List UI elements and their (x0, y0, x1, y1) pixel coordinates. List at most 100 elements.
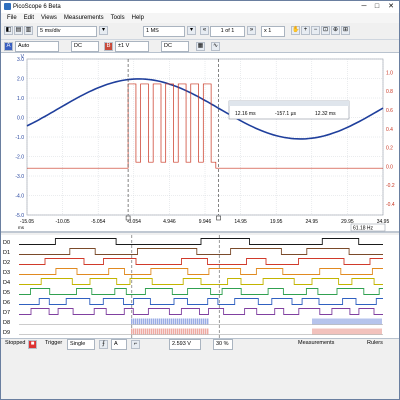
right-tick-label: 1.0 (386, 70, 393, 76)
time-tick-label: 24.95 (306, 219, 319, 225)
trigger-channel-select[interactable]: A (111, 339, 127, 350)
close-button[interactable]: ✕ (386, 2, 396, 12)
channel-b-coupling[interactable]: DC (161, 41, 189, 52)
ruler-readout-header (229, 101, 349, 106)
menu-bar: File Edit Views Measurements Tools Help (1, 13, 399, 23)
left-tick-label: -4.0 (15, 194, 24, 200)
signal-generator-icon[interactable]: ∿ (211, 42, 220, 51)
frequency-readout: 61.18 Hz (353, 226, 374, 232)
time-tick-label: 14.95 (234, 219, 247, 225)
left-axis-unit: V (21, 54, 25, 60)
right-tick-label: 0.4 (386, 127, 393, 133)
measurements-button[interactable]: Measurements (296, 339, 336, 350)
time-tick-label: 9.946 (199, 219, 212, 225)
picoscope-window: PicoScope 6 Beta ─ □ ✕ File Edit Views M… (0, 0, 400, 400)
minimize-button[interactable]: ─ (359, 2, 369, 12)
zoom-fit-icon[interactable]: ⊡ (321, 26, 330, 35)
first-page-icon[interactable]: « (200, 26, 209, 35)
menu-edit[interactable]: Edit (24, 15, 34, 21)
scope-mode-icon[interactable]: ◧ (4, 26, 13, 35)
capture-state: Stopped (5, 340, 26, 346)
digital-channel-label: D1 (3, 250, 10, 256)
scope-view[interactable]: 3.0 2.0 1.0 0.0 -1.0 -2.0 -3.0 -4.0 -5.0 V 1.0 0.8 0… (1, 53, 399, 233)
digital-trace (19, 308, 383, 315)
digital-trace (19, 288, 383, 295)
channel-b-range[interactable]: ±1 V (115, 41, 149, 52)
digital-channel-label: D7 (3, 310, 10, 316)
samples-arrow-icon[interactable]: ▾ (187, 26, 196, 35)
spectrum-mode-icon[interactable]: ▥ (24, 26, 33, 35)
menu-tools[interactable]: Tools (111, 15, 125, 21)
channel-a-icon[interactable]: A (4, 42, 13, 51)
zoom-select[interactable]: x 1 (261, 26, 285, 37)
digital-trace (19, 258, 383, 265)
zoom-reset-icon[interactable]: ⊞ (341, 26, 350, 35)
digital-channel-label: D5 (3, 290, 10, 296)
trigger-level-input[interactable]: 2.593 V (169, 339, 201, 350)
digital-trace (19, 298, 383, 305)
digital-view[interactable]: D0 D1 D2 D3 D4 D5 D6 D7 D8 D9 (1, 235, 399, 338)
right-tick-label: 0.8 (386, 89, 393, 95)
status-bar: Stopped ■ Trigger Single ⨍ A ⌐ 2.593 V 3… (1, 338, 399, 350)
digital-channel-label: D0 (3, 240, 10, 246)
time-unit: ms (18, 225, 25, 230)
time-tick-label: -10.05 (56, 219, 70, 225)
channel-a-range[interactable]: Auto (15, 41, 59, 52)
ruler-handle-1 (125, 215, 131, 221)
left-tick-label: -1.0 (15, 135, 24, 141)
channel-a-coupling[interactable]: DC (71, 41, 99, 52)
samples-select[interactable]: 1 MS (143, 26, 185, 37)
channel-b-icon[interactable]: B (104, 42, 113, 51)
time-tick-label: -5.054 (91, 219, 105, 225)
ruler-readout-t2: 12.32 ms (315, 111, 336, 117)
right-tick-label: -0.2 (386, 183, 395, 189)
window-title: PicoScope 6 Beta (13, 4, 61, 10)
left-tick-label: -3.0 (15, 174, 24, 180)
digital-channels-icon[interactable]: ▦ (196, 42, 205, 51)
hand-tool-icon[interactable]: ✋ (291, 26, 300, 35)
persistence-mode-icon[interactable]: ▤ (14, 26, 23, 35)
scope-plot[interactable]: 3.02.01.00.0-1.0-2.0-3.0-4.0-5.0V1.00.80… (1, 53, 399, 233)
next-page-icon[interactable]: » (247, 26, 256, 35)
time-tick-label: 4.946 (163, 219, 176, 225)
menu-file[interactable]: File (7, 15, 17, 21)
trigger-label: Trigger (45, 340, 63, 346)
digital-channel-label: D6 (3, 300, 10, 306)
right-tick-label: -0.4 (386, 202, 395, 208)
digital-plot[interactable]: D0 D1 D2 D3 D4 D5 D6 D7 D8 D9 (1, 235, 399, 338)
digital-trace (19, 278, 383, 285)
zoom-out-icon[interactable]: − (311, 26, 320, 35)
pre-trigger-input[interactable]: 30 % (213, 339, 233, 350)
digital-channel-label: D8 (3, 320, 10, 326)
app-icon (4, 3, 11, 10)
capture-toolbar: ◧ ▤ ▥ 5 ms/div ▾ 1 MS ▾ « 1 of 1 » x 1 ✋… (1, 23, 399, 61)
zoom-area-icon[interactable]: ⊕ (331, 26, 340, 35)
left-tick-label: 2.0 (17, 77, 24, 83)
page-indicator: 1 of 1 (210, 26, 245, 37)
menu-help[interactable]: Help (132, 15, 144, 21)
timebase-select[interactable]: 5 ms/div (37, 26, 97, 37)
ruler-readout-dt: -157.1 μs (275, 111, 296, 117)
left-tick-label: 1.0 (17, 96, 24, 102)
timebase-arrow-icon[interactable]: ▾ (99, 26, 108, 35)
trigger-mode-select[interactable]: Single (67, 339, 95, 350)
ruler-handle-2 (216, 215, 221, 221)
digital-channel-label: D9 (3, 330, 10, 336)
ruler-readout-t1: 12.16 ms (235, 111, 256, 117)
channel-toolbar: A Auto DC B ±1 V DC ▦ ∿ (1, 40, 399, 53)
time-tick-label: 19.95 (270, 219, 283, 225)
title-bar: PicoScope 6 Beta ─ □ ✕ (1, 1, 399, 13)
left-tick-label: -2.0 (15, 155, 24, 161)
zoom-in-icon[interactable]: + (301, 26, 310, 35)
rulers-button[interactable]: Rulers (365, 339, 385, 350)
menu-measurements[interactable]: Measurements (64, 15, 104, 21)
trigger-edge-icon[interactable]: ⨍ (99, 340, 108, 349)
maximize-button[interactable]: □ (372, 2, 382, 12)
digital-trace (19, 238, 383, 245)
digital-trace (19, 248, 383, 255)
stop-button[interactable]: ■ (28, 340, 37, 349)
right-tick-label: 0.6 (386, 108, 393, 114)
right-tick-label: 0.0 (386, 164, 393, 170)
rising-edge-icon[interactable]: ⌐ (131, 340, 140, 349)
menu-views[interactable]: Views (41, 15, 57, 21)
